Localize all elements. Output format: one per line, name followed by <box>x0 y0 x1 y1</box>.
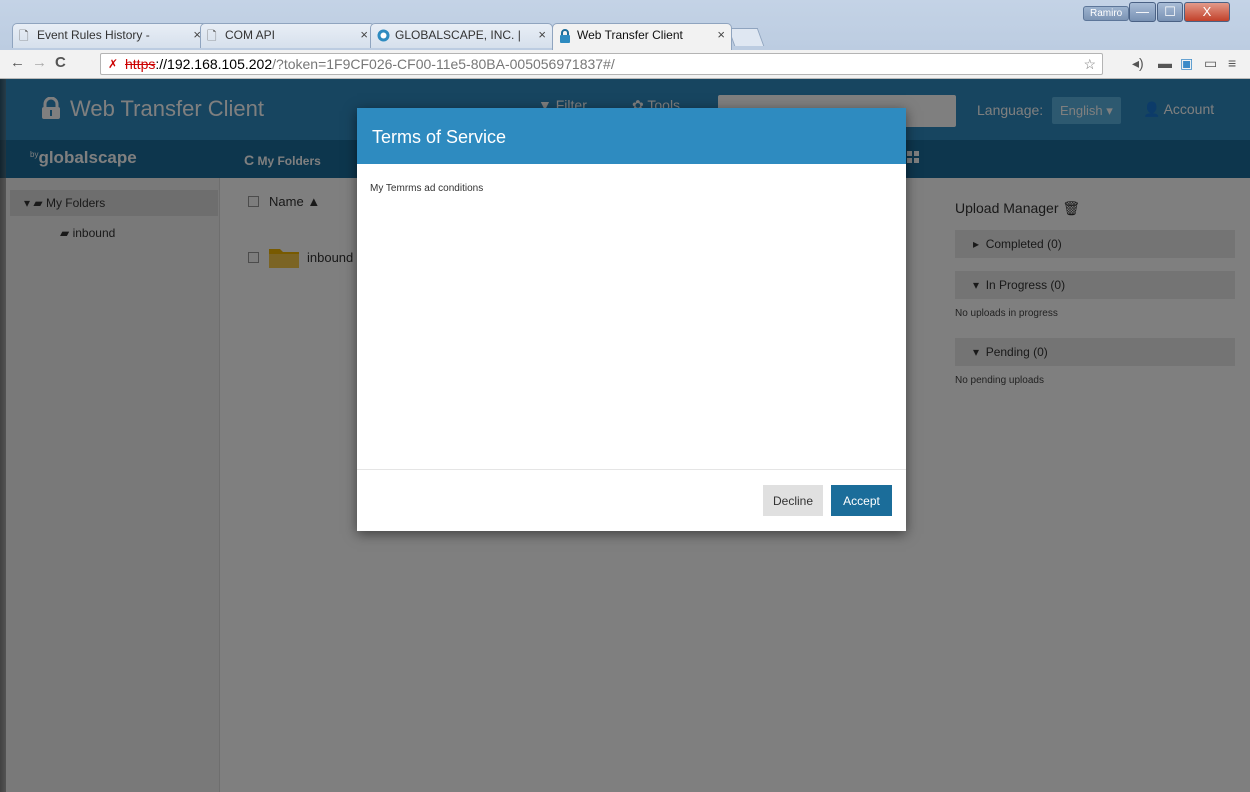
screen-extension-icon[interactable]: ▣ <box>1180 55 1193 72</box>
new-tab-button[interactable] <box>727 28 765 46</box>
insecure-lock-icon[interactable]: ✗ <box>108 54 118 74</box>
dialog-title: Terms of Service <box>372 127 507 147</box>
page-icon: 🗋 <box>207 29 217 43</box>
menu-icon[interactable]: ≡ <box>1228 55 1236 71</box>
minimize-button[interactable]: — <box>1129 2 1156 22</box>
speaker-extension-icon[interactable]: ◂) <box>1132 55 1144 72</box>
close-icon[interactable]: × <box>360 27 368 42</box>
cast-icon[interactable]: ▭ <box>1204 55 1217 72</box>
lock-favicon <box>559 29 572 43</box>
window-user-badge: Ramiro <box>1083 6 1130 21</box>
maximize-button[interactable]: ☐ <box>1157 2 1183 22</box>
tab-web-transfer-client[interactable]: Web Transfer Client × <box>552 23 732 50</box>
terms-of-service-dialog: Terms of Service My Temrms ad conditions… <box>357 108 906 531</box>
close-icon[interactable]: × <box>717 27 725 42</box>
address-bar[interactable]: ✗ https://192.168.105.202/?token=1F9CF026… <box>100 53 1103 75</box>
decline-button[interactable]: Decline <box>763 485 823 516</box>
bookmark-star-icon[interactable]: ☆ <box>1083 54 1096 74</box>
dialog-footer: Decline Accept <box>357 469 906 531</box>
accept-button[interactable]: Accept <box>831 485 892 516</box>
dialog-body: My Temrms ad conditions <box>370 183 484 194</box>
back-arrow-icon[interactable]: ← <box>10 54 25 71</box>
tab-strip: 🗋 Event Rules History - × 🗋 COM API × GL… <box>0 0 1250 50</box>
browser-chrome: 🗋 Event Rules History - × 🗋 COM API × GL… <box>0 0 1250 79</box>
tab-com-api[interactable]: 🗋 COM API × <box>200 23 375 48</box>
tab-event-rules-history[interactable]: 🗋 Event Rules History - × <box>12 23 208 48</box>
dialog-header: Terms of Service <box>357 108 906 164</box>
tab-globalscape[interactable]: GLOBALSCAPE, INC. | × <box>370 23 553 48</box>
globalscape-favicon <box>377 29 390 43</box>
forward-arrow-icon[interactable]: → <box>32 54 47 71</box>
page-icon: 🗋 <box>19 29 29 43</box>
incognito-icon[interactable]: ▬ <box>1158 55 1172 71</box>
browser-toolbar: ← → C ✗ https://192.168.105.202/?token=1F… <box>0 50 1250 79</box>
close-icon[interactable]: × <box>538 27 546 42</box>
reload-icon[interactable]: C <box>55 54 66 71</box>
close-window-button[interactable]: X <box>1184 2 1230 22</box>
